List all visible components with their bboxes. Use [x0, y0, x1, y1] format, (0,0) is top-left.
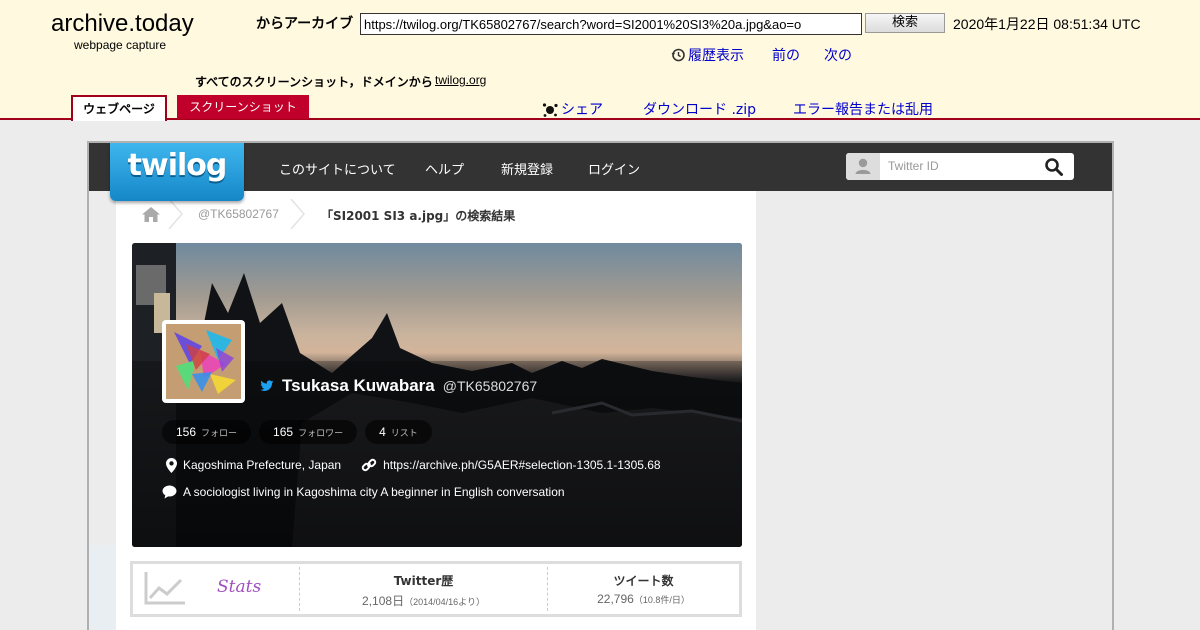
history-link-label: 履歴表示 — [688, 48, 744, 64]
profile-name-row: Tsukasa Kuwabara @TK65802767 — [260, 376, 537, 396]
domain-link[interactable]: twilog.org — [435, 73, 486, 87]
download-zip-link[interactable]: ダウンロード .zip — [643, 99, 756, 119]
following-number: 156 — [176, 425, 197, 439]
line-chart-icon — [144, 572, 185, 605]
capture-timestamp: 2020年1月22日 08:51:34 UTC — [953, 16, 1141, 32]
archive-subtitle: webpage capture — [74, 38, 167, 52]
stats-label-cell: Stats — [133, 564, 299, 614]
archive-header: archive.today webpage capture からアーカイブ 検索… — [0, 0, 1200, 121]
profile-card: Tsukasa Kuwabara @TK65802767 156 フォロー 16… — [132, 243, 742, 547]
tab-screenshot[interactable]: スクリーンショット — [177, 95, 309, 119]
captured-webpage: twilog このサイトについて ヘルプ 新規登録 ログイン Twitter I… — [87, 141, 1114, 630]
twilog-logo-text: twilog — [127, 148, 228, 183]
twitter-history-stat: Twitter歴 2,108日（2014/04/16より） — [300, 564, 547, 614]
profile-location-row: Kagoshima Prefecture, Japan https://arch… — [166, 457, 661, 473]
archive-logo[interactable]: archive.today — [51, 10, 194, 38]
tab-webpage[interactable]: ウェブページ — [71, 95, 167, 121]
breadcrumb-separator — [168, 199, 183, 229]
link-icon — [361, 458, 377, 472]
stats-panel: Stats Twitter歴 2,108日（2014/04/16より） ツイート… — [130, 561, 742, 617]
twilog-logo[interactable]: twilog — [110, 143, 244, 201]
archive-search-button[interactable]: 検索 — [865, 13, 945, 33]
nav-login[interactable]: ログイン — [588, 159, 640, 178]
main-column: @TK65802767 「SI2001 SI3 a.jpg」の検索結果 Tsuk… — [116, 191, 756, 630]
tweet-count-value: 22,796 — [597, 592, 634, 606]
profile-bio-row: A sociologist living in Kagoshima city A… — [162, 485, 565, 499]
list-count[interactable]: 4 リスト — [365, 420, 432, 444]
archived-url-input[interactable] — [360, 13, 862, 35]
share-icon — [542, 103, 558, 117]
nav-signup[interactable]: 新規登録 — [501, 159, 553, 178]
following-label: フォロー — [201, 428, 238, 439]
next-link[interactable]: 次の — [824, 45, 852, 65]
report-abuse-link[interactable]: エラー報告または乱用 — [793, 99, 933, 119]
nav-about[interactable]: このサイトについて — [279, 159, 396, 178]
tweet-count-value-row: 22,796（10.8件/日） — [548, 592, 739, 606]
tweet-rate: （10.8件/日） — [633, 595, 690, 605]
user-icon — [846, 153, 880, 180]
twitter-history-heading: Twitter歴 — [393, 574, 454, 588]
twitter-bird-icon — [260, 380, 274, 392]
nav-help[interactable]: ヘルプ — [425, 159, 464, 178]
twilog-navbar: twilog このサイトについて ヘルプ 新規登録 ログイン Twitter I… — [89, 143, 1112, 201]
breadcrumb-current: 「SI2001 SI3 a.jpg」の検索結果 — [321, 209, 516, 223]
sidebar-area — [756, 191, 1112, 630]
twitter-id-placeholder: Twitter ID — [888, 159, 939, 173]
share-link[interactable]: シェア — [542, 99, 603, 119]
list-label: リスト — [390, 428, 418, 439]
follower-label: フォロワー — [298, 428, 344, 439]
breadcrumb-separator — [290, 199, 305, 229]
follow-stats: 156 フォロー 165 フォロワー 4 リスト — [162, 420, 432, 444]
follower-count[interactable]: 165 フォロワー — [259, 420, 358, 444]
tweet-count-stat: ツイート数 22,796（10.8件/日） — [548, 564, 739, 614]
avatar[interactable] — [162, 320, 245, 403]
history-link[interactable]: 履歴表示 — [670, 45, 744, 65]
home-icon[interactable] — [141, 206, 161, 223]
profile-bio: A sociologist living in Kagoshima city A… — [183, 485, 565, 499]
twitter-history-value: 2,108日 — [362, 594, 405, 608]
breadcrumb-user[interactable]: @TK65802767 — [198, 207, 279, 221]
all-screenshots-label: すべてのスクリーンショット，ドメインから — [195, 75, 433, 89]
list-number: 4 — [379, 425, 386, 439]
twitter-history-since: （2014/04/16より） — [404, 597, 485, 607]
archive-from-label: からアーカイブ — [256, 16, 354, 32]
share-link-label: シェア — [561, 102, 603, 118]
follower-number: 165 — [273, 425, 294, 439]
twitter-history-value-row: 2,108日（2014/04/16より） — [300, 592, 547, 609]
speech-bubble-icon — [162, 485, 177, 499]
tweet-count-heading: ツイート数 — [613, 574, 674, 588]
search-icon[interactable] — [1044, 157, 1064, 177]
location-pin-icon — [166, 457, 177, 473]
profile-website-link[interactable]: https://archive.ph/G5AER#selection-1305.… — [383, 458, 661, 472]
following-count[interactable]: 156 フォロー — [162, 420, 252, 444]
prev-link[interactable]: 前の — [772, 45, 800, 65]
history-icon — [671, 48, 685, 62]
avatar-image — [166, 324, 241, 399]
profile-location: Kagoshima Prefecture, Japan — [183, 458, 342, 472]
profile-screen-name[interactable]: @TK65802767 — [443, 378, 537, 394]
profile-name[interactable]: Tsukasa Kuwabara — [282, 376, 435, 396]
twitter-id-search[interactable]: Twitter ID — [846, 153, 1074, 180]
stats-label: Stats — [217, 577, 262, 597]
